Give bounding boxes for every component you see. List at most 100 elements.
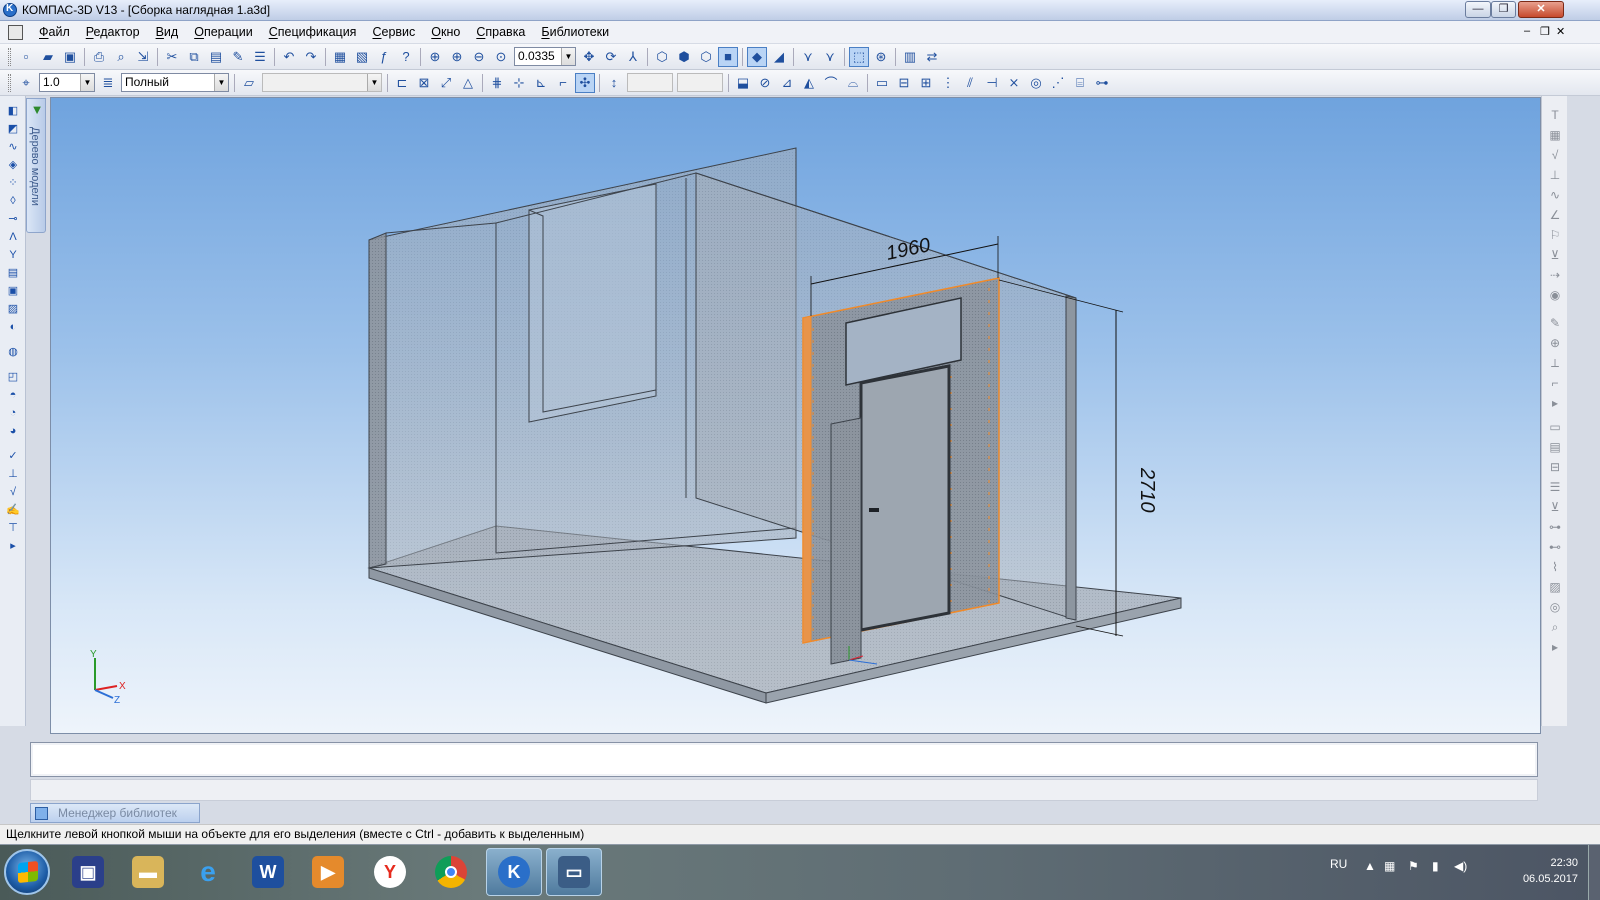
zoom-window-icon[interactable]: ⊕ [425,47,445,67]
component-icon[interactable]: ◩ [3,120,23,137]
menu-window[interactable]: Окно [423,25,468,39]
rotate-icon[interactable]: ⟳ [601,47,621,67]
extrude-icon[interactable]: ⬓ [733,73,753,93]
perspective-icon[interactable]: ◢ [769,47,789,67]
chevron-down-icon[interactable]: ▼ [80,74,94,91]
property-panel[interactable] [30,742,1538,777]
windows-start-button[interactable] [4,849,50,895]
zoom-out-icon[interactable]: ⊖ [469,47,489,67]
text-tool-icon[interactable]: T [1545,106,1565,124]
target-tool-icon[interactable]: ⊕ [1545,334,1565,352]
taskbar-kompas-viewer[interactable]: ▭ [546,848,602,896]
library-manager-tab[interactable]: Менеджер библиотек [30,803,200,823]
taskbar-chrome[interactable] [423,848,479,896]
manager-icon[interactable]: ▦ [330,47,350,67]
zoom-tool-icon[interactable]: ⌕ [1545,618,1565,636]
tray-clock[interactable]: 22:30 06.05.2017 [1523,855,1578,887]
open-folder-icon[interactable]: ▰ [38,47,58,67]
variables-icon[interactable]: ƒ [374,47,394,67]
document-menu-icon[interactable] [8,24,23,40]
show-hidden-icons-icon[interactable]: ▲ [1364,859,1376,873]
route-icon[interactable]: ◕ [3,422,23,439]
mdi-restore-button[interactable]: ❐ [1540,25,1550,38]
chamfer-icon[interactable]: ⌓ [843,73,863,93]
close-button[interactable]: ✕ [1518,1,1564,18]
format-painter-icon[interactable]: ✎ [228,47,248,67]
menu-libraries[interactable]: Библиотеки [533,25,617,39]
table-tool-icon[interactable]: ▦ [1545,126,1565,144]
spec-icon[interactable]: ▥ [900,47,920,67]
table-icon[interactable]: ⊤ [3,519,23,536]
spring-tool-icon[interactable]: ⌇ [1545,558,1565,576]
report-icon[interactable]: ▣ [3,282,23,299]
arrow-tool-icon[interactable]: ⇢ [1545,266,1565,284]
weld-icon[interactable]: ◓ [3,386,23,403]
layer-combo[interactable]: ▼ [262,73,382,92]
menu-service[interactable]: Сервис [364,25,423,39]
left-wall[interactable] [368,232,387,569]
copy-icon[interactable]: ⧉ [184,47,204,67]
axis-tool-icon[interactable]: ⟂ [1545,354,1565,372]
filter-panel-icon[interactable]: Y [3,246,23,263]
maximize-button[interactable]: ❐ [1491,1,1516,18]
measure-panel-icon[interactable]: Λ [3,228,23,245]
help-pointer-icon[interactable]: ? [396,47,416,67]
taskbar-media-player[interactable]: ▶ [300,848,356,896]
pipe-icon[interactable]: ◍ [3,343,23,360]
zoom-scale-combo[interactable]: 0.0335 ▼ [514,47,576,66]
edge-tool-icon[interactable]: ∠ [1545,206,1565,224]
frame-icon[interactable]: ◰ [3,368,23,385]
split-icon[interactable]: ⊣ [982,73,1002,93]
cursor-step-icon[interactable]: ⌖ [16,73,36,93]
mdi-minimize-button[interactable]: – [1524,25,1530,37]
link-tool-icon[interactable]: ⊷ [1545,538,1565,556]
layer-icon[interactable]: ▱ [239,73,259,93]
snap-toggle-icon[interactable]: ✣ [575,72,595,93]
rib-icon[interactable]: ⊟ [894,73,914,93]
surface-icon[interactable]: ◈ [3,156,23,173]
volume-icon[interactable]: ◀) [1454,859,1467,873]
shaded-icon[interactable]: ■ [718,46,738,67]
filter-icon[interactable]: ⋎ [798,47,818,67]
fillet-icon[interactable]: ⌒ [821,73,841,93]
revolve-icon[interactable]: ⊘ [755,73,775,93]
menu-help[interactable]: Справка [468,25,533,39]
snap-icon[interactable]: ⊛ [871,47,891,67]
array-icon[interactable]: ⋮ [938,73,958,93]
sweep-icon[interactable]: ⊿ [777,73,797,93]
taskbar-save-app[interactable]: ▣ [60,848,116,896]
flag-icon[interactable]: ▦ [1384,859,1395,873]
stack-tool-icon[interactable]: ▤ [1545,438,1565,456]
minimize-button[interactable]: — [1465,1,1491,18]
hole-icon[interactable]: ◎ [1026,73,1046,93]
sheet-metal-icon[interactable]: ◐ [3,318,23,335]
split-tool-icon[interactable]: ⊟ [1545,458,1565,476]
style-combo[interactable]: Полный ▼ [121,73,229,92]
taskbar-word[interactable]: W [240,848,296,896]
taskbar-kompas[interactable]: K [486,848,542,896]
panel-scroll-icon[interactable]: ▸ [1545,394,1565,412]
doc-tool-icon[interactable]: ▨ [1545,578,1565,596]
zoom-in-icon[interactable]: ⊕ [447,47,467,67]
toolbar-grip[interactable] [8,47,11,66]
curve-tool-icon[interactable]: ∿ [1545,186,1565,204]
thread-icon[interactable]: ⋰ [1048,73,1068,93]
edit-assembly-icon[interactable]: ◧ [3,102,23,119]
properties-icon[interactable]: ☰ [250,47,270,67]
taskbar-explorer[interactable]: ▬ [120,848,176,896]
library-icon[interactable]: ▧ [352,47,372,67]
print-preview-icon[interactable]: ⌕ [111,47,131,67]
new-document-icon[interactable]: ▫ [16,47,36,67]
wireframe-icon[interactable]: ⬡ [652,47,672,67]
taskbar-internet-explorer[interactable]: e [180,848,236,896]
mdi-close-button[interactable]: ✕ [1556,25,1565,38]
pen-tool-icon[interactable]: ✎ [1545,314,1565,332]
toolbar-grip[interactable] [8,73,11,92]
leader-tool-icon[interactable]: ⊥ [1545,166,1565,184]
show-desktop-button[interactable] [1588,845,1600,900]
spline-icon[interactable]: ∿ [3,138,23,155]
list-tool-icon[interactable]: ☰ [1545,478,1565,496]
chevron-down-icon[interactable]: ▼ [214,74,228,91]
shell-icon[interactable]: ▭ [872,73,892,93]
grid-icon[interactable]: ⋕ [487,73,507,93]
